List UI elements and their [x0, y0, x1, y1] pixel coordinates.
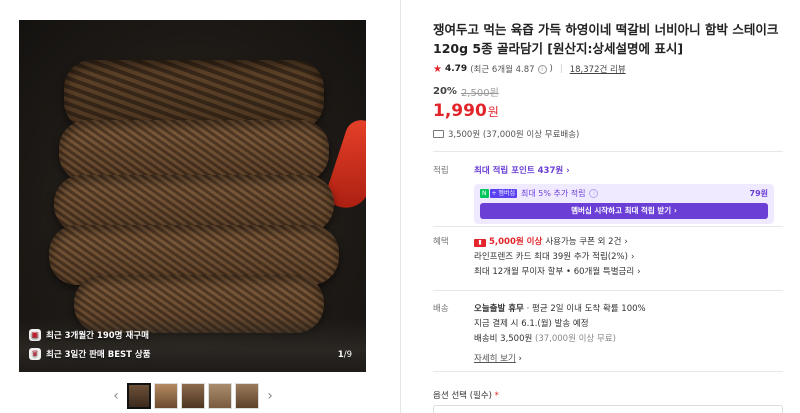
image-counter-total: /9 [343, 350, 352, 360]
section-divider [433, 290, 783, 291]
points-section: 적립 최대 적립 포인트 437원 › N + 멤버십 최대 5% 추가 적립 i… [433, 164, 783, 224]
option-label: 옵션 선택 (필수) * [433, 389, 499, 401]
shipping-summary-text: 3,500원 (37,000원 이상 무료배송) [448, 130, 580, 140]
plus-membership-logo: + 멤버십 [489, 189, 517, 198]
more-link-row: 자세히 보기 › [474, 354, 522, 364]
repurchase-badge: ▣ 최근 3개월간 190명 재구매 [29, 329, 151, 341]
option-required-text: (필수) [469, 391, 492, 401]
bag-icon: ▣ [29, 329, 41, 341]
product-title: 쟁여두고 먹는 육즙 가득 하영이네 떡갈비 너비아니 함박 스테이크 120g… [433, 22, 779, 56]
product-main-image[interactable]: ▣ 최근 3개월간 190명 재구매 ♛ 최근 3일간 판매 BEST 상품 1… [19, 20, 366, 372]
delivery-label: 배송 [433, 304, 449, 314]
rating-row: ★ 4.79 (최근 6개월 4.87 i) | 18,372건 리뷰 [433, 63, 788, 76]
membership-button-label: 멤버십 시작하고 최대 적립 받기 [571, 206, 672, 215]
thumbnail[interactable] [235, 383, 259, 409]
repurchase-badge-text: 최근 3개월간 190명 재구매 [46, 331, 149, 341]
installment-line[interactable]: 최대 12개월 무이자 할부 • 60개월 특별금리 › [474, 265, 784, 280]
thumbnail-prev-icon[interactable]: ‹ [108, 388, 124, 404]
discount-rate: 20% [433, 86, 457, 97]
max-points-text: 최대 적립 포인트 437원 [474, 166, 564, 176]
info-icon[interactable]: i [589, 189, 599, 198]
product-info: 쟁여두고 먹는 육즙 가득 하영이네 떡갈비 너비아니 함박 스테이크 120g… [433, 20, 788, 140]
card-benefit-text: 라인프렌즈 카드 최대 39원 추가 적립(2%) [474, 252, 628, 262]
section-divider [433, 226, 783, 227]
review-count-link[interactable]: 18,372건 리뷰 [570, 63, 626, 75]
coupon-line[interactable]: ▮ 5,000원 이상 사용가능 쿠폰 외 2건 › [474, 235, 784, 250]
shipping-fee: 배송비 3,500원 [474, 334, 533, 344]
rating-recent-close: ) [549, 64, 553, 74]
option-label-text: 옵션 선택 [433, 391, 467, 401]
star-icon: ★ [433, 63, 442, 75]
rating-recent: (최근 6개월 4.87 [470, 65, 535, 75]
column-divider [400, 0, 401, 413]
today-shipping-line: 오늘출발 휴무 · 평균 2일 이내 도착 확률 100% [474, 302, 784, 317]
membership-start-button[interactable]: 멤버십 시작하고 최대 적립 받기 › [480, 203, 768, 219]
sale-currency: 원 [487, 105, 499, 119]
naver-logo-n: N [480, 189, 489, 198]
best-seller-badge-text: 최근 3일간 판매 BEST 상품 [46, 350, 151, 360]
points-label: 적립 [433, 166, 449, 176]
required-mark: * [494, 391, 499, 401]
installment-text: 최대 12개월 무이자 할부 • 60개월 특별금리 [474, 267, 635, 277]
rating-score: 4.79 [444, 64, 468, 74]
membership-amount: 79원 [749, 189, 769, 198]
today-shipping: 오늘출발 휴무 [474, 304, 524, 314]
delivery-more-link[interactable]: 자세히 보기 [474, 354, 516, 364]
discount-line: 20% 2,500원 [433, 84, 788, 99]
sale-price: 1,990 [433, 101, 487, 121]
patty-layer [59, 120, 329, 182]
delivery-section: 배송 오늘출발 휴무 · 평균 2일 이내 도착 확률 100% 지금 결제 시… [433, 302, 783, 364]
shipping-fee-detail: (37,000원 이상 무료) [535, 334, 616, 344]
thumbnail[interactable] [154, 383, 178, 409]
trophy-icon: ♛ [29, 348, 41, 360]
divider: | [559, 64, 563, 74]
section-divider [433, 151, 783, 152]
card-benefit-line[interactable]: 라인프렌즈 카드 최대 39원 추가 적립(2%) › [474, 250, 784, 265]
benefits-content: ▮ 5,000원 이상 사용가능 쿠폰 외 2건 › 라인프렌즈 카드 최대 3… [474, 235, 784, 280]
naver-plus-logo: N + 멤버십 [480, 189, 517, 198]
today-shipping-detail: · 평균 2일 이내 도착 확률 100% [526, 304, 646, 314]
thumbnail[interactable] [208, 383, 232, 409]
max-points-link[interactable]: 최대 적립 포인트 437원 › [474, 166, 570, 176]
coupon-amount: 5,000원 이상 [489, 237, 543, 247]
benefits-label: 혜택 [433, 237, 449, 247]
shipping-fee-line: 배송비 3,500원 (37,000원 이상 무료) [474, 332, 784, 347]
shipping-summary: 3,500원 (37,000원 이상 무료배송) [433, 128, 788, 140]
benefits-section: 혜택 ▮ 5,000원 이상 사용가능 쿠폰 외 2건 › 라인프렌즈 카드 최… [433, 235, 783, 283]
ship-schedule: 지금 결제 시 6.1.(월) 발송 예정 [474, 319, 589, 329]
delivery-content: 오늘출발 휴무 · 평균 2일 이내 도착 확률 100% 지금 결제 시 6.… [474, 302, 784, 367]
image-badges: ▣ 최근 3개월간 190명 재구매 ♛ 최근 3일간 판매 BEST 상품 [29, 322, 151, 360]
image-counter: 1/9 [338, 350, 352, 360]
sale-price-line: 1,990 원 [433, 101, 788, 121]
truck-icon [433, 130, 444, 138]
thumbnail-strip: ‹ › [108, 381, 278, 411]
section-divider [433, 371, 783, 372]
price-block: 20% 2,500원 1,990 원 3,500원 (37,000원 이상 무료… [433, 84, 788, 140]
membership-box: N + 멤버십 최대 5% 추가 적립 i 79원 멤버십 시작하고 최대 적립 … [474, 184, 774, 224]
coupon-text: 사용가능 쿠폰 외 2건 [545, 237, 622, 247]
thumbnail[interactable] [127, 383, 151, 409]
best-seller-badge: ♛ 최근 3일간 판매 BEST 상품 [29, 348, 151, 360]
membership-extra-text: 최대 5% 추가 적립 [521, 189, 586, 198]
thumbnail[interactable] [181, 383, 205, 409]
coupon-icon: ▮ [474, 238, 486, 247]
points-content: 최대 적립 포인트 437원 › N + 멤버십 최대 5% 추가 적립 i 79… [474, 164, 784, 224]
option-select[interactable] [433, 405, 783, 413]
thumbnail-next-icon[interactable]: › [262, 388, 278, 404]
membership-left: N + 멤버십 최대 5% 추가 적립 i [480, 188, 599, 199]
membership-row: N + 멤버십 최대 5% 추가 적립 i 79원 [480, 188, 768, 199]
info-icon[interactable]: i [537, 64, 547, 74]
original-price: 2,500원 [460, 88, 499, 99]
